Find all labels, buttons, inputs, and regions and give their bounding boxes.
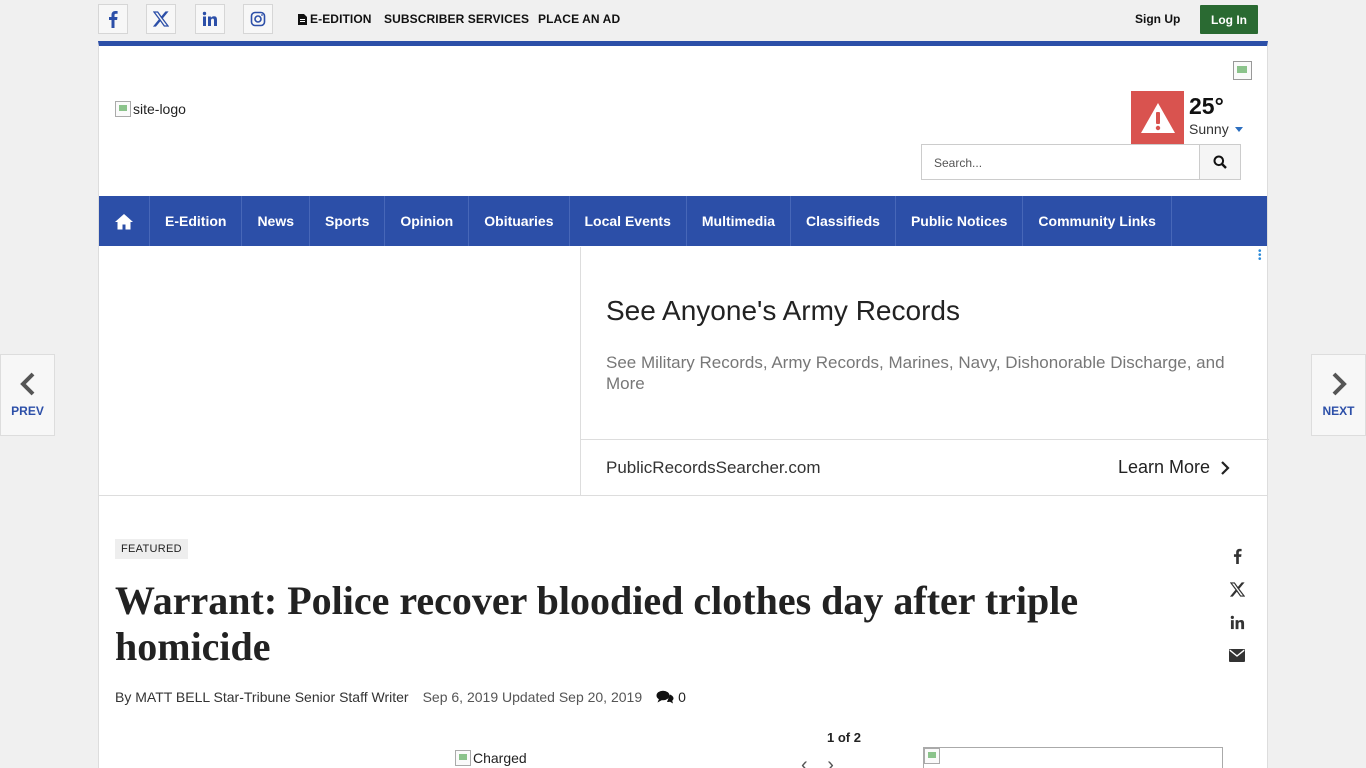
warning-icon [1140, 103, 1175, 133]
subscriber-services-link[interactable]: SUBSCRIBER SERVICES [384, 12, 529, 26]
ad-cta-label: Learn More [1118, 457, 1211, 477]
place-an-ad-link[interactable]: PLACE AN AD [538, 12, 620, 26]
ad-description[interactable]: See Military Records, Army Records, Mari… [606, 352, 1246, 394]
facebook-icon[interactable] [98, 4, 128, 34]
broken-image-icon [455, 750, 471, 766]
article-dates: Sep 6, 2019 Updated Sep 20, 2019 [422, 689, 643, 705]
nav-opinion[interactable]: Opinion [385, 196, 470, 246]
broken-image-icon [924, 748, 940, 764]
share-facebook-icon[interactable] [1227, 546, 1247, 566]
nav-home[interactable] [99, 196, 150, 246]
featured-badge: FEATURED [115, 539, 188, 559]
site-logo-alt: site-logo [133, 101, 186, 117]
caret-down-icon [1234, 126, 1243, 132]
author-byline[interactable]: By MATT BELL Star-Tribune Senior Staff W… [115, 689, 409, 705]
search-icon [1213, 155, 1227, 169]
eedition-label: E-EDITION [310, 12, 372, 26]
file-pdf-icon [298, 13, 307, 25]
chevron-left-icon [19, 372, 34, 396]
prev-article-button[interactable]: PREV [0, 354, 55, 436]
broken-image-icon [115, 101, 131, 117]
weather-condition-label: Sunny [1189, 121, 1229, 137]
ad-options-icon[interactable]: • • • [1258, 247, 1262, 265]
ad-separator [581, 439, 1269, 440]
next-label: NEXT [1322, 404, 1355, 418]
share-linkedin-icon[interactable] [1227, 612, 1247, 632]
home-icon [115, 213, 133, 229]
article-photo[interactable]: Charged [455, 750, 527, 766]
ad-domain[interactable]: PublicRecordsSearcher.com [606, 458, 820, 478]
gallery-next-icon[interactable]: › [827, 754, 834, 768]
search-button[interactable] [1199, 144, 1241, 180]
x-twitter-icon[interactable] [146, 4, 176, 34]
gallery-arrows: ‹ › [801, 754, 834, 768]
prev-label: PREV [11, 404, 44, 418]
comments-link[interactable]: 0 [656, 689, 686, 705]
gallery-prev-icon[interactable]: ‹ [801, 754, 808, 768]
signup-link[interactable]: Sign Up [1135, 12, 1180, 26]
nav-news[interactable]: News [242, 196, 311, 246]
photo-counter: 1 of 2 [827, 730, 861, 745]
weather-temperature[interactable]: 25° [1189, 93, 1224, 120]
nav-multimedia[interactable]: Multimedia [687, 196, 791, 246]
ad-divider-line [99, 495, 581, 496]
sidebar-ad-image[interactable] [923, 747, 1223, 768]
weather-alert-button[interactable] [1131, 91, 1184, 145]
weather-condition[interactable]: Sunny [1189, 121, 1243, 137]
advertisement[interactable]: • • • See Anyone's Army Records See Milita… [580, 247, 1269, 496]
nav-public-notices[interactable]: Public Notices [896, 196, 1024, 246]
login-button[interactable]: Log In [1200, 5, 1258, 34]
page-container: site-logo 25° Sunny Search... E-Edition … [98, 41, 1269, 768]
instagram-icon[interactable] [243, 4, 273, 34]
comments-icon [656, 690, 674, 704]
chevron-right-icon [1221, 460, 1230, 475]
nav-sports[interactable]: Sports [310, 196, 386, 246]
share-email-icon[interactable] [1227, 645, 1247, 665]
nav-community-links[interactable]: Community Links [1023, 196, 1172, 246]
comment-count: 0 [678, 689, 686, 705]
nav-obituaries[interactable]: Obituaries [469, 196, 570, 246]
ad-learn-more-button[interactable]: Learn More [1118, 457, 1230, 478]
nav-local-events[interactable]: Local Events [570, 196, 687, 246]
article-headline: Warrant: Police recover bloodied clothes… [115, 578, 1079, 669]
main-nav: E-Edition News Sports Opinion Obituaries… [99, 196, 1267, 246]
chevron-right-icon [1332, 372, 1347, 396]
photo-alt-text: Charged [473, 750, 527, 766]
ad-title[interactable]: See Anyone's Army Records [606, 295, 960, 327]
top-utility-bar: E-EDITION SUBSCRIBER SERVICES PLACE AN A… [98, 0, 1268, 41]
eedition-link[interactable]: E-EDITION [298, 12, 372, 26]
search-input[interactable]: Search... [921, 144, 1200, 180]
article-byline: By MATT BELL Star-Tribune Senior Staff W… [115, 689, 686, 705]
share-x-icon[interactable] [1227, 579, 1247, 599]
nav-eedition[interactable]: E-Edition [150, 196, 243, 246]
linkedin-icon[interactable] [195, 4, 225, 34]
site-logo[interactable]: site-logo [115, 101, 186, 117]
nav-classifieds[interactable]: Classifieds [791, 196, 896, 246]
header-image [1233, 61, 1252, 80]
next-article-button[interactable]: NEXT [1311, 354, 1366, 436]
